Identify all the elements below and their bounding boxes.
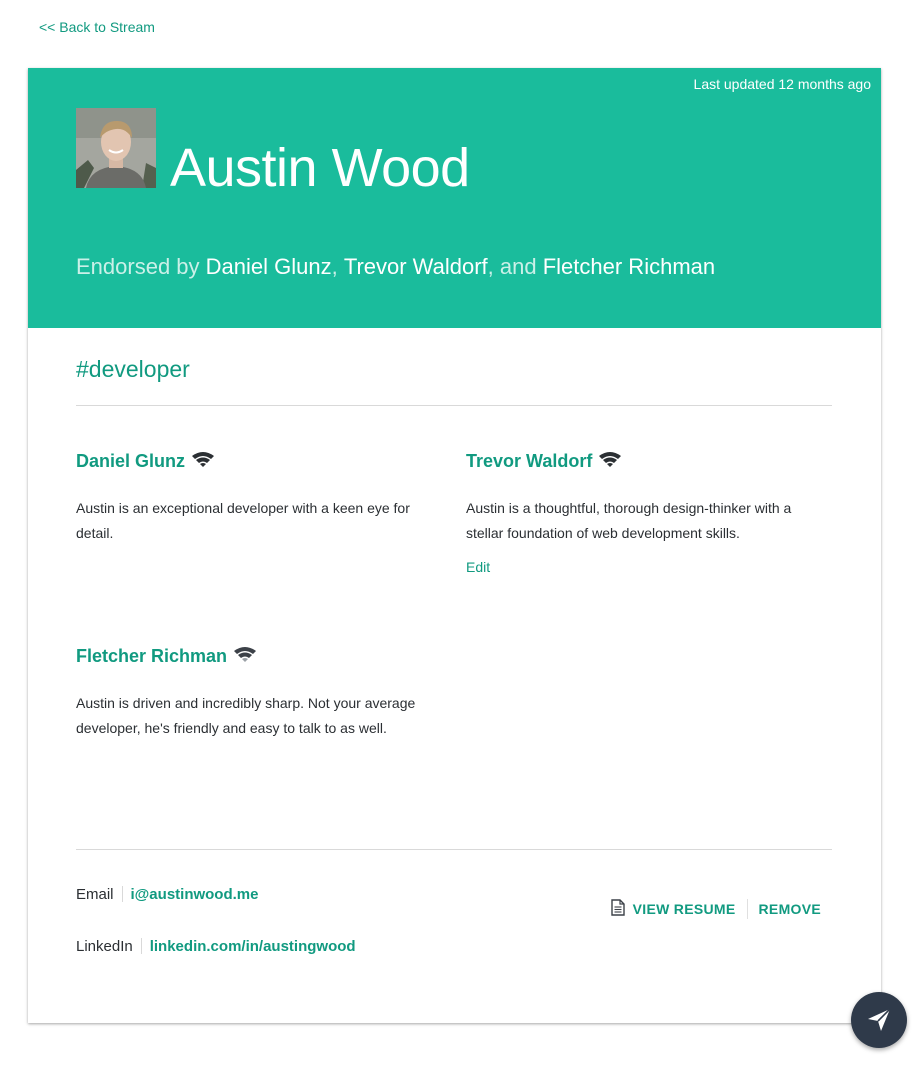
back-to-stream-link[interactable]: << Back to Stream [39, 19, 155, 35]
endorser-name-text: Fletcher Richman [76, 645, 228, 666]
email-link[interactable]: i@austinwood.me [131, 886, 259, 903]
endorser-name[interactable]: Daniel Glunz [76, 448, 421, 474]
endorsed-prefix: Endorsed by [76, 254, 206, 279]
avatar [76, 108, 156, 188]
separator [121, 886, 123, 902]
linkedin-row: LinkedIn linkedin.com/in/austingwood [76, 935, 356, 957]
divider [76, 849, 832, 850]
wifi-icon [598, 450, 622, 473]
endorser-name-text: Trevor Waldorf [466, 450, 593, 471]
endorser-name-2[interactable]: Trevor Waldorf [344, 254, 488, 279]
endorsement-card: Trevor Waldorf Austin is a thoughtful, t… [466, 448, 811, 577]
endorser-name-3[interactable]: Fletcher Richman [543, 254, 715, 279]
endorsed-by-line: Endorsed by Daniel Glunz, Trevor Waldorf… [76, 252, 715, 282]
separator: , [331, 254, 344, 279]
edit-endorsement-link[interactable]: Edit [466, 559, 490, 575]
endorsement-text: Austin is driven and incredibly sharp. N… [76, 695, 416, 736]
email-label: Email [76, 885, 114, 903]
wifi-icon [233, 645, 257, 668]
endorsement-card: Fletcher Richman Austin is driven and in… [76, 643, 421, 741]
separator [746, 899, 748, 919]
send-fab-button[interactable] [851, 992, 907, 1048]
remove-label: REMOVE [758, 901, 821, 917]
skill-tag: #developer [76, 356, 190, 382]
endorser-name[interactable]: Trevor Waldorf [466, 448, 811, 474]
wifi-icon [191, 450, 215, 473]
endorser-name-text: Daniel Glunz [76, 450, 186, 471]
profile-header: Last updated 12 months ago Austin Wood E… [28, 68, 881, 328]
linkedin-link[interactable]: linkedin.com/in/austingwood [150, 938, 356, 955]
endorser-name[interactable]: Fletcher Richman [76, 643, 421, 669]
separator [140, 938, 142, 954]
remove-button[interactable]: REMOVE [759, 901, 821, 917]
linkedin-label: LinkedIn [76, 937, 133, 955]
profile-name: Austin Wood [170, 138, 470, 198]
send-icon [866, 1007, 892, 1033]
separator: , and [487, 254, 543, 279]
endorsement-text: Austin is a thoughtful, thorough design-… [466, 500, 792, 541]
endorsement-text: Austin is an exceptional developer with … [76, 500, 410, 541]
last-updated-text: Last updated 12 months ago [693, 76, 871, 92]
view-resume-button[interactable]: VIEW RESUME [610, 899, 736, 919]
profile-card: Last updated 12 months ago Austin Wood E… [28, 68, 881, 1023]
divider [76, 405, 832, 406]
endorser-name-1[interactable]: Daniel Glunz [206, 254, 332, 279]
document-icon [610, 899, 625, 919]
profile-actions: VIEW RESUME REMOVE [610, 898, 821, 920]
view-resume-label: VIEW RESUME [632, 901, 736, 917]
email-row: Email i@austinwood.me [76, 883, 258, 905]
endorsement-card: Daniel Glunz Austin is an exceptional de… [76, 448, 421, 546]
